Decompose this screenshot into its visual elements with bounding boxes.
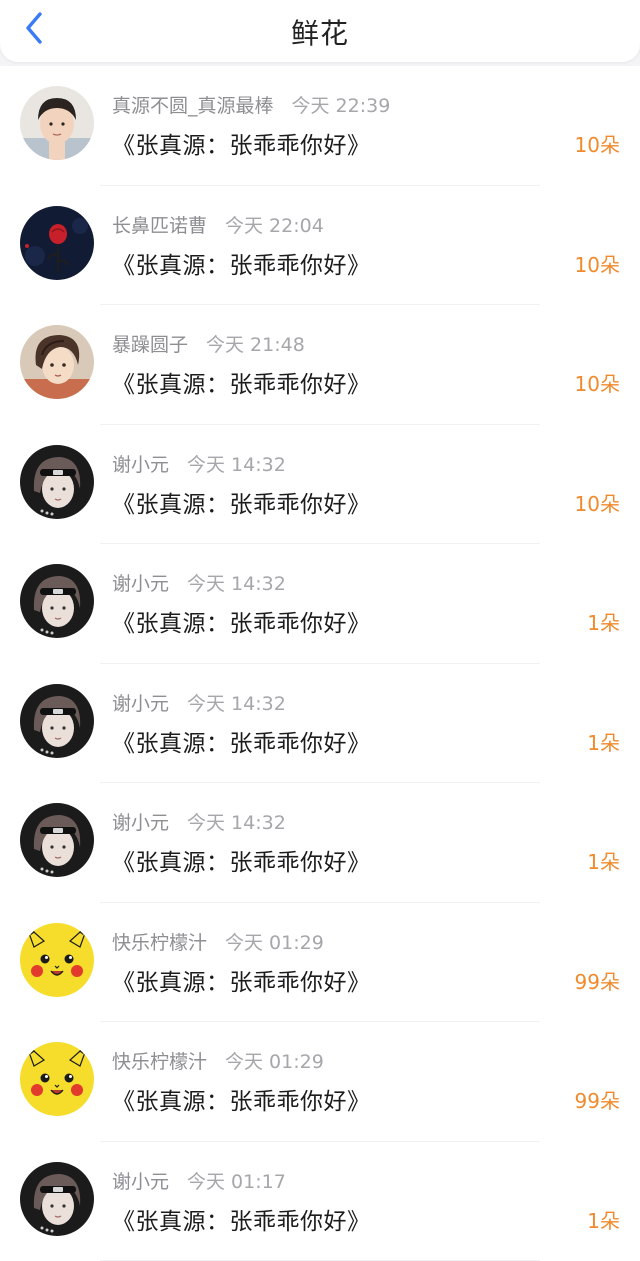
timestamp: 今天 21:48	[206, 334, 305, 356]
avatar[interactable]	[20, 803, 94, 877]
timestamp: 今天 14:32	[187, 693, 286, 715]
gift-target-title: 《张真源：张乖乖你好》	[112, 604, 371, 638]
avatar[interactable]	[20, 1042, 94, 1116]
flower-count: 10朵	[575, 249, 620, 278]
flower-count: 99朵	[575, 966, 620, 995]
timestamp: 今天 01:17	[187, 1171, 286, 1193]
sender-name[interactable]: 暴躁圆子	[112, 334, 188, 356]
list-item[interactable]: 谢小元今天 14:32 《张真源：张乖乖你好》 1朵	[0, 664, 640, 784]
list-item[interactable]: 暴躁圆子今天 21:48 《张真源：张乖乖你好》 10朵	[0, 305, 640, 425]
meta-line: 快乐柠檬汁今天 01:29	[112, 1047, 324, 1074]
page-title: 鲜花	[0, 12, 640, 52]
sender-name[interactable]: 谢小元	[112, 573, 169, 595]
sender-name[interactable]: 谢小元	[112, 454, 169, 476]
flower-count: 1朵	[587, 607, 620, 636]
sender-name[interactable]: 谢小元	[112, 1171, 169, 1193]
sender-name[interactable]: 快乐柠檬汁	[112, 932, 207, 954]
timestamp: 今天 01:29	[225, 1051, 324, 1073]
meta-line: 暴躁圆子今天 21:48	[112, 330, 305, 357]
avatar[interactable]	[20, 1162, 94, 1236]
list-item[interactable]: 长鼻匹诺曹今天 22:04 《张真源：张乖乖你好》 10朵	[0, 186, 640, 306]
gift-target-title: 《张真源：张乖乖你好》	[112, 246, 371, 280]
meta-line: 长鼻匹诺曹今天 22:04	[112, 211, 324, 238]
timestamp: 今天 14:32	[187, 573, 286, 595]
sender-name[interactable]: 长鼻匹诺曹	[112, 215, 207, 237]
gift-target-title: 《张真源：张乖乖你好》	[112, 724, 371, 758]
list-item[interactable]: 快乐柠檬汁今天 01:29 《张真源：张乖乖你好》 99朵	[0, 903, 640, 1023]
avatar[interactable]	[20, 325, 94, 399]
flower-gift-list: 真源不圆_真源最棒今天 22:39 《张真源：张乖乖你好》 10朵 长鼻匹诺曹今…	[0, 66, 640, 1261]
meta-line: 谢小元今天 01:17	[112, 1167, 286, 1194]
meta-line: 真源不圆_真源最棒今天 22:39	[112, 91, 390, 118]
avatar[interactable]	[20, 86, 94, 160]
flower-count: 99朵	[575, 1085, 620, 1114]
sender-name[interactable]: 谢小元	[112, 693, 169, 715]
flower-count: 10朵	[575, 129, 620, 158]
gift-target-title: 《张真源：张乖乖你好》	[112, 365, 371, 399]
top-bar: 鲜花	[0, 0, 640, 62]
list-item[interactable]: 谢小元今天 01:17 《张真源：张乖乖你好》 1朵	[0, 1142, 640, 1261]
list-item[interactable]: 真源不圆_真源最棒今天 22:39 《张真源：张乖乖你好》 10朵	[0, 66, 640, 186]
flower-count: 1朵	[587, 846, 620, 875]
avatar[interactable]	[20, 564, 94, 638]
timestamp: 今天 14:32	[187, 812, 286, 834]
list-item[interactable]: 谢小元今天 14:32 《张真源：张乖乖你好》 10朵	[0, 425, 640, 545]
sender-name[interactable]: 真源不圆_真源最棒	[112, 95, 274, 117]
timestamp: 今天 22:39	[292, 95, 391, 117]
meta-line: 快乐柠檬汁今天 01:29	[112, 928, 324, 955]
sender-name[interactable]: 快乐柠檬汁	[112, 1051, 207, 1073]
list-item[interactable]: 谢小元今天 14:32 《张真源：张乖乖你好》 1朵	[0, 783, 640, 903]
flower-count: 1朵	[587, 727, 620, 756]
gift-target-title: 《张真源：张乖乖你好》	[112, 1082, 371, 1116]
flower-count: 1朵	[587, 1205, 620, 1234]
list-item[interactable]: 快乐柠檬汁今天 01:29 《张真源：张乖乖你好》 99朵	[0, 1022, 640, 1142]
sender-name[interactable]: 谢小元	[112, 812, 169, 834]
avatar[interactable]	[20, 445, 94, 519]
timestamp: 今天 01:29	[225, 932, 324, 954]
meta-line: 谢小元今天 14:32	[112, 808, 286, 835]
gift-target-title: 《张真源：张乖乖你好》	[112, 1202, 371, 1236]
gift-target-title: 《张真源：张乖乖你好》	[112, 126, 371, 160]
flower-count: 10朵	[575, 368, 620, 397]
gift-target-title: 《张真源：张乖乖你好》	[112, 963, 371, 997]
list-item[interactable]: 谢小元今天 14:32 《张真源：张乖乖你好》 1朵	[0, 544, 640, 664]
gift-target-title: 《张真源：张乖乖你好》	[112, 843, 371, 877]
meta-line: 谢小元今天 14:32	[112, 450, 286, 477]
meta-line: 谢小元今天 14:32	[112, 689, 286, 716]
timestamp: 今天 22:04	[225, 215, 324, 237]
avatar[interactable]	[20, 206, 94, 280]
meta-line: 谢小元今天 14:32	[112, 569, 286, 596]
flower-count: 10朵	[575, 488, 620, 517]
avatar[interactable]	[20, 684, 94, 758]
gift-target-title: 《张真源：张乖乖你好》	[112, 485, 371, 519]
avatar[interactable]	[20, 923, 94, 997]
timestamp: 今天 14:32	[187, 454, 286, 476]
